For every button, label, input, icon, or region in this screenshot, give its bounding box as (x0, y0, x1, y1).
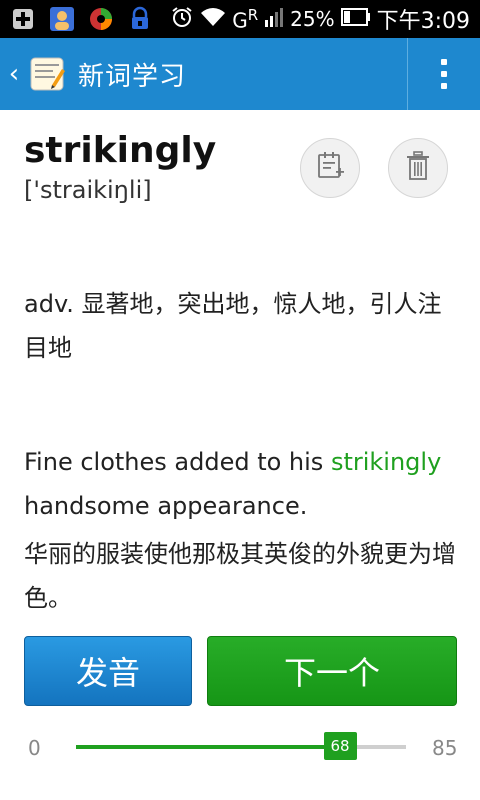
progress-min: 0 (28, 736, 41, 760)
wifi-icon (200, 6, 226, 33)
add-note-button[interactable] (300, 138, 360, 198)
app-title: 新词学习 (78, 61, 187, 92)
pronounce-button[interactable]: 发音 (24, 636, 192, 706)
network-type: GR (232, 5, 259, 33)
app-bar: ‹ 新词学习 (0, 38, 480, 110)
example-translation: 华丽的服装使他那极其英俊的外貌更为增色。 (24, 540, 456, 612)
status-bar: GR 25% 下午3:09 (0, 0, 480, 38)
delete-word-button[interactable] (388, 138, 448, 198)
app-logo-icon[interactable] (28, 55, 66, 93)
progress-slider[interactable]: 68 (76, 732, 406, 760)
contacts-notification-icon (47, 4, 77, 34)
add-note-icon (315, 151, 345, 185)
lock-notification-icon (125, 4, 155, 34)
word-definition: adv. 显著地，突出地，惊人地，引人注目地 (24, 290, 442, 362)
example-sentence: Fine clothes added to his strikingly han… (24, 440, 464, 528)
word-title: strikingly (24, 130, 217, 171)
chevron-left-icon[interactable]: ‹ (4, 59, 24, 89)
next-word-button[interactable]: 下一个 (207, 636, 457, 706)
progress-fill (76, 745, 340, 749)
battery-icon (340, 7, 371, 31)
signal-icon (264, 6, 284, 33)
example-text-after: handsome appearance. (24, 492, 308, 520)
battery-percent: 25% (290, 7, 335, 31)
add-notification-icon (8, 4, 38, 34)
example-text-before: Fine clothes added to his (24, 448, 331, 476)
progress-max: 85 (432, 736, 458, 760)
overflow-menu-icon[interactable] (408, 38, 480, 110)
app-notification-icon (86, 4, 116, 34)
trash-icon (405, 151, 431, 185)
word-phonetic: ['straikiŋli] (24, 176, 152, 204)
alarm-icon (170, 5, 194, 34)
example-highlight: strikingly (330, 448, 442, 476)
clock: 下午3:09 (376, 9, 470, 34)
progress-thumb[interactable]: 68 (323, 732, 357, 760)
